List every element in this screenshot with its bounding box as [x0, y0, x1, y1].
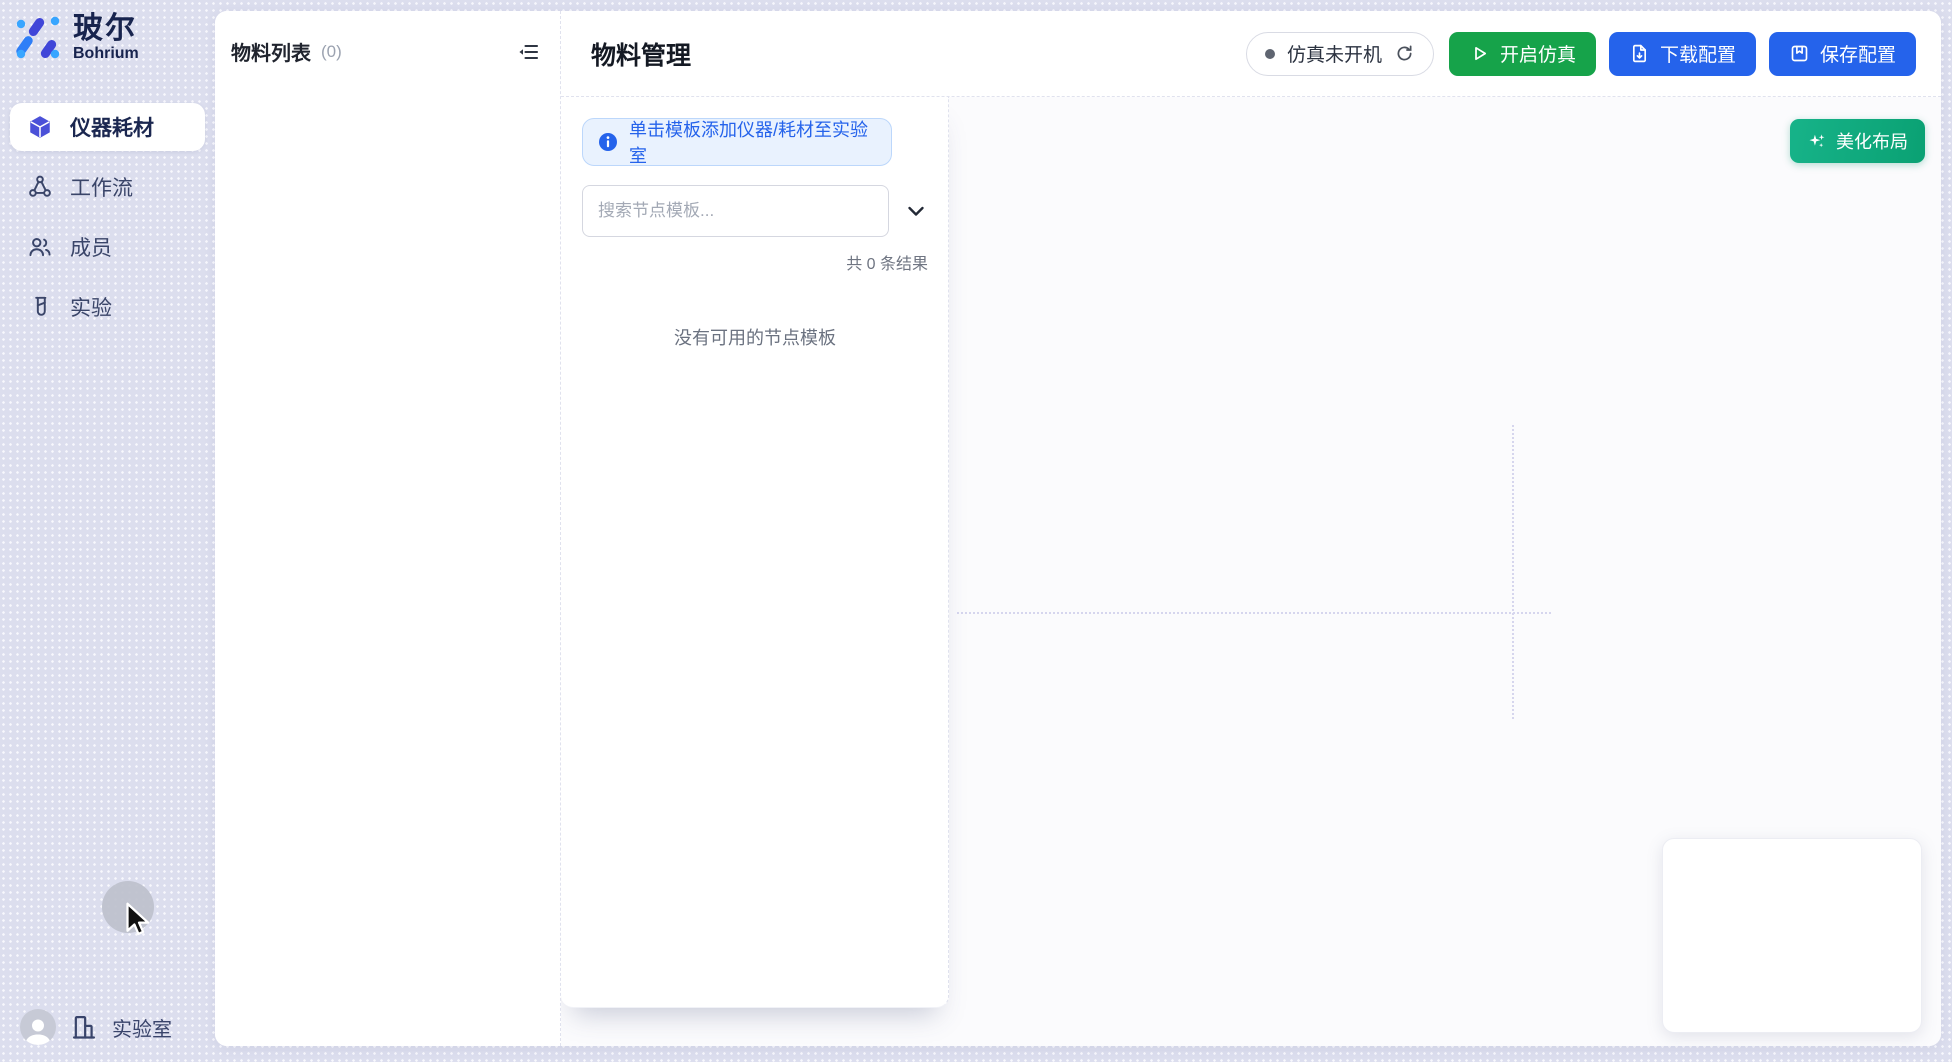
beautify-layout-button[interactable]: 美化布局 [1790, 119, 1925, 163]
simulation-status-pill[interactable]: 仿真未开机 [1246, 32, 1434, 76]
sidebar-item-label: 工作流 [70, 172, 133, 202]
main-header: 物料管理 仿真未开机 [561, 11, 1941, 97]
brand-subname: Bohrium [73, 45, 139, 63]
info-icon [598, 132, 618, 152]
user-avatar[interactable] [20, 1009, 56, 1045]
test-tube-icon [27, 294, 53, 320]
sidebar-item-label: 成员 [70, 232, 112, 262]
bohrium-logo-icon [14, 13, 62, 61]
empty-template-message: 没有可用的节点模板 [582, 324, 928, 350]
sidebar-item-label: 实验 [70, 292, 112, 322]
page-title: 物料管理 [591, 36, 691, 72]
play-icon [1469, 43, 1490, 64]
save-config-button[interactable]: 保存配置 [1769, 32, 1916, 76]
sidebar-item-experiments[interactable]: 实验 [10, 283, 205, 331]
material-list-panel: 物料列表 (0) [215, 11, 561, 1046]
app-screen: 玻尔 Bohrium 仪器耗材 [0, 0, 1952, 1062]
save-config-label: 保存配置 [1820, 40, 1896, 67]
status-dot-icon [1265, 49, 1275, 59]
cube-icon [27, 114, 53, 140]
start-simulation-button[interactable]: 开启仿真 [1449, 32, 1596, 76]
collapse-panel-icon[interactable] [516, 40, 540, 64]
canvas-minimap[interactable] [1662, 838, 1922, 1033]
sidebar-nav: 仪器耗材 工作流 [10, 103, 205, 331]
app-window: 物料列表 (0) 物料管理 仿真未开机 [215, 11, 1941, 1046]
sidebar-item-workflow[interactable]: 工作流 [10, 163, 205, 211]
info-banner-text: 单击模板添加仪器/耗材至实验室 [629, 116, 876, 168]
workflow-icon [27, 174, 53, 200]
save-icon [1789, 43, 1810, 64]
download-config-label: 下载配置 [1660, 40, 1736, 67]
file-download-icon [1629, 43, 1650, 64]
canvas-guide-vertical [1512, 425, 1514, 719]
users-icon [27, 234, 53, 260]
search-result-count: 共 0 条结果 [582, 250, 928, 274]
brand-name: 玻尔 [73, 12, 139, 45]
simulation-status-label: 仿真未开机 [1287, 40, 1382, 67]
workflow-canvas[interactable]: 单击模板添加仪器/耗材至实验室 共 0 条结果 没有可用的节点模板 [561, 97, 1941, 1046]
sidebar-item-label: 仪器耗材 [70, 112, 154, 142]
refresh-icon[interactable] [1394, 43, 1415, 64]
main-area: 物料管理 仿真未开机 [561, 11, 1941, 1046]
start-simulation-label: 开启仿真 [1500, 40, 1576, 67]
template-search-input[interactable] [582, 185, 889, 237]
beautify-layout-label: 美化布局 [1836, 128, 1908, 154]
node-template-panel: 单击模板添加仪器/耗材至实验室 共 0 条结果 没有可用的节点模板 [561, 97, 949, 1008]
template-search-row [582, 185, 948, 237]
building-icon [70, 1013, 98, 1041]
lab-label[interactable]: 实验室 [112, 1013, 172, 1042]
sidebar-item-members[interactable]: 成员 [10, 223, 205, 271]
brand-logo: 玻尔 Bohrium [14, 12, 139, 63]
canvas-guide-horizontal [957, 612, 1551, 614]
download-config-button[interactable]: 下载配置 [1609, 32, 1756, 76]
sidebar-item-instruments[interactable]: 仪器耗材 [10, 103, 205, 151]
info-banner: 单击模板添加仪器/耗材至实验室 [582, 118, 892, 166]
mouse-cursor [120, 900, 156, 936]
sparkles-icon [1807, 131, 1827, 151]
material-list-title: 物料列表 [231, 37, 311, 66]
material-list-count: (0) [321, 42, 342, 62]
chevron-down-icon[interactable] [904, 199, 928, 223]
sidebar-footer: 实验室 [20, 1009, 172, 1045]
